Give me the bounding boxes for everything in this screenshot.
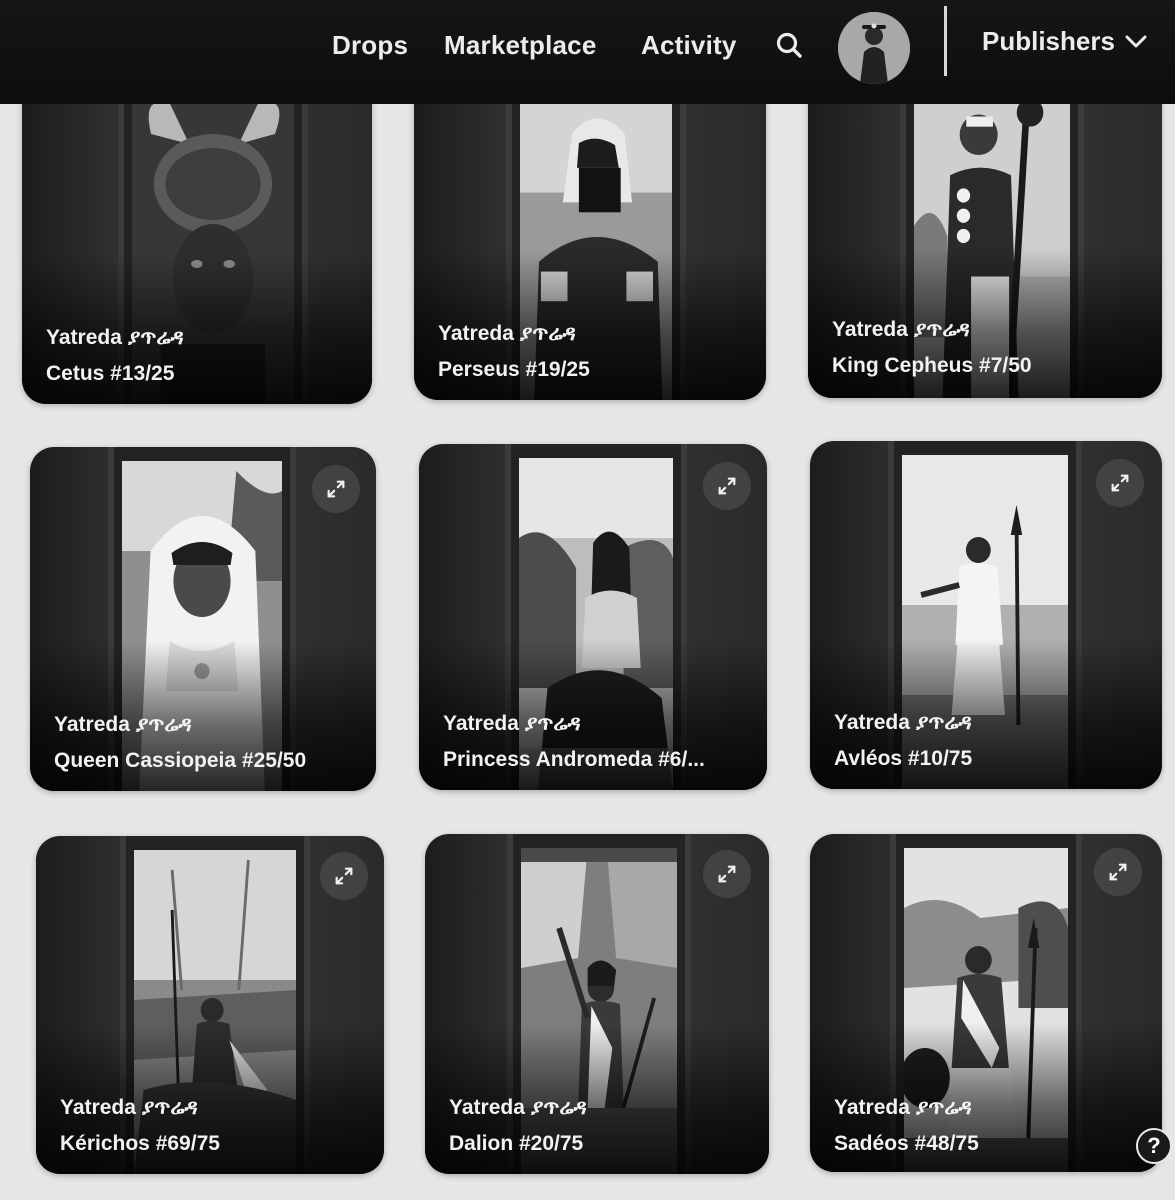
expand-button[interactable] [320,852,368,900]
publishers-label: Publishers [982,26,1115,56]
nav-activity[interactable]: Activity [641,30,737,61]
nft-card[interactable]: Yatreda ያጥሬዳ Perseus #19/25 [414,60,766,400]
nav-marketplace[interactable]: Marketplace [444,30,597,61]
card-title: Princess Andromeda #6/... [443,748,705,771]
nft-card[interactable]: Yatreda ያጥሬዳ Princess Andromeda #6/... [419,444,767,790]
expand-button[interactable] [312,465,360,513]
card-creator: Yatreda ያጥሬዳ [54,713,192,736]
card-creator: Yatreda ያጥሬዳ [449,1096,587,1119]
publishers-dropdown[interactable]: Publishers [982,26,1149,57]
expand-icon [1109,863,1127,881]
nft-card[interactable]: Yatreda ያጥሬዳ Kérichos #69/75 [36,836,384,1174]
search-icon[interactable] [774,30,804,60]
nft-card[interactable]: Yatreda ያጥሬዳ Avléos #10/75 [810,441,1162,789]
card-title: Perseus #19/25 [438,358,590,381]
expand-icon [327,480,345,498]
avatar[interactable] [838,12,910,84]
nft-card[interactable]: Yatreda ያጥሬዳ Queen Cassiopeia #25/50 [30,447,376,791]
card-creator: Yatreda ያጥሬዳ [443,712,581,735]
nft-card[interactable]: Yatreda ያጥሬዳ Cetus #13/25 [22,60,372,404]
nav-drops[interactable]: Drops [332,30,408,61]
expand-icon [718,865,736,883]
card-creator: Yatreda ያጥሬዳ [832,318,970,341]
expand-button[interactable] [703,850,751,898]
expand-button[interactable] [1096,459,1144,507]
card-title: Queen Cassiopeia #25/50 [54,749,307,772]
help-button[interactable]: ? [1136,1128,1172,1164]
card-title: Kérichos #69/75 [60,1132,220,1155]
card-creator: Yatreda ያጥሬዳ [60,1096,198,1119]
card-creator: Yatreda ያጥሬዳ [834,711,972,734]
card-title: Sadéos #48/75 [834,1132,979,1155]
card-creator: Yatreda ያጥሬዳ [834,1096,972,1119]
nft-card[interactable]: Yatreda ያጥሬዳ King Cepheus #7/50 [808,60,1162,398]
card-title: King Cepheus #7/50 [832,354,1032,377]
card-creator: Yatreda ያጥሬዳ [438,322,576,345]
expand-button[interactable] [1094,848,1142,896]
nft-card[interactable]: Yatreda ያጥሬዳ Sadéos #48/75 [810,834,1162,1172]
chevron-down-icon [1125,35,1147,47]
nft-card[interactable]: Yatreda ያጥሬዳ Dalion #20/75 [425,834,769,1174]
nav-divider [944,6,947,76]
expand-button[interactable] [703,462,751,510]
expand-icon [335,867,353,885]
expand-icon [718,477,736,495]
page: Drops Marketplace Activity Publishers Ya… [0,0,1175,1200]
expand-icon [1111,474,1129,492]
card-title: Dalion #20/75 [449,1132,584,1155]
card-title: Cetus #13/25 [46,362,175,385]
card-creator: Yatreda ያጥሬዳ [46,326,184,349]
top-navbar: Drops Marketplace Activity Publishers [0,0,1175,104]
card-title: Avléos #10/75 [834,747,973,770]
